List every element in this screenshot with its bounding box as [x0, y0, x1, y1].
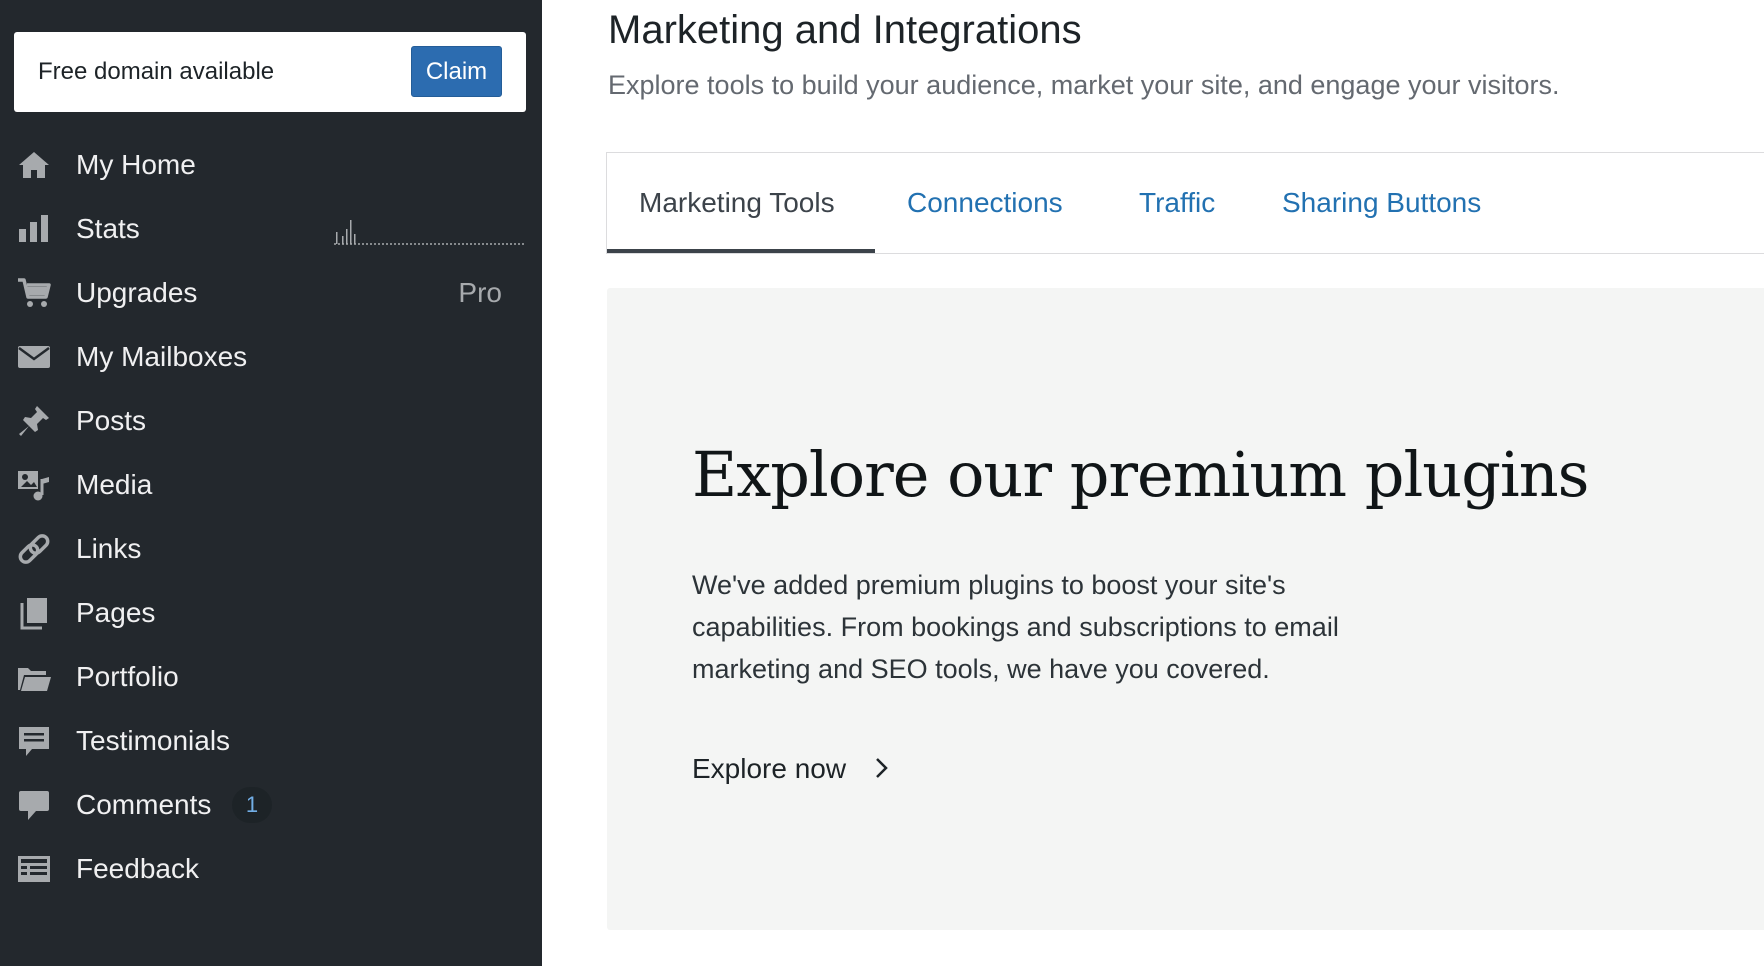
tab-connections[interactable]: Connections	[907, 153, 1063, 253]
chevron-right-icon	[874, 750, 890, 792]
sidebar-item-label: Comments	[76, 789, 212, 820]
plan-badge: Pro	[458, 277, 502, 308]
home-icon	[16, 147, 52, 183]
sidebar-item-label: Posts	[76, 405, 147, 436]
free-domain-banner: Free domain available Claim	[14, 32, 526, 112]
folder-icon	[16, 659, 52, 695]
sidebar-item-label: Portfolio	[76, 661, 179, 692]
page-title: Marketing and Integrations	[608, 8, 1082, 52]
sidebar-item-label: My Home	[76, 149, 196, 180]
mail-icon	[16, 339, 52, 375]
sidebar-item-my-home[interactable]: My Home	[0, 133, 542, 197]
sidebar-item-label: Media	[76, 469, 153, 500]
link-icon	[16, 531, 52, 567]
tab-sharing-buttons[interactable]: Sharing Buttons	[1282, 153, 1481, 253]
sidebar-item-stats[interactable]: Stats	[0, 197, 542, 261]
sidebar-item-pages[interactable]: Pages	[0, 581, 542, 645]
explore-now-link[interactable]: Explore now	[692, 748, 890, 790]
sidebar-item-testimonials[interactable]: Testimonials	[0, 709, 542, 773]
claim-button[interactable]: Claim	[411, 46, 502, 97]
sidebar-item-label: Testimonials	[76, 725, 231, 756]
free-domain-text: Free domain available	[38, 58, 275, 85]
tab-marketing-tools[interactable]: Marketing Tools	[607, 153, 875, 253]
tab-traffic[interactable]: Traffic	[1139, 153, 1215, 253]
sidebar-item-label: Feedback	[76, 853, 199, 884]
sidebar-item-label: Stats	[76, 213, 140, 244]
testimonial-icon	[16, 723, 52, 759]
sidebar-item-media[interactable]: Media	[0, 453, 542, 517]
sidebar: Free domain available Claim My Home Stat…	[0, 0, 542, 966]
sidebar-item-label: Pages	[76, 597, 156, 628]
explore-now-label: Explore now	[692, 753, 847, 784]
comment-icon	[16, 787, 52, 823]
pin-icon	[16, 403, 52, 439]
comments-count-badge: 1	[232, 787, 272, 823]
sidebar-item-portfolio[interactable]: Portfolio	[0, 645, 542, 709]
stats-sparkline	[334, 215, 526, 245]
sidebar-item-links[interactable]: Links	[0, 517, 542, 581]
sidebar-item-upgrades[interactable]: Upgrades Pro	[0, 261, 542, 325]
sidebar-item-comments[interactable]: Comments 1	[0, 773, 542, 837]
media-icon	[16, 467, 52, 503]
sidebar-item-posts[interactable]: Posts	[0, 389, 542, 453]
cart-icon	[16, 275, 52, 311]
promo-description: We've added premium plugins to boost you…	[692, 570, 1339, 684]
sidebar-item-label: Links	[76, 533, 142, 564]
sidebar-item-feedback[interactable]: Feedback	[0, 837, 542, 901]
pages-icon	[16, 595, 52, 631]
sidebar-item-label: My Mailboxes	[76, 341, 248, 372]
page-subtitle: Explore tools to build your audience, ma…	[608, 70, 1560, 100]
main-content: Marketing and Integrations Explore tools…	[542, 0, 1764, 966]
premium-plugins-promo: Explore our premium plugins We've added …	[607, 288, 1764, 930]
promo-title: Explore our premium plugins	[692, 438, 1589, 511]
section-tabs: Marketing Tools Connections Traffic Shar…	[606, 152, 1764, 254]
stats-icon	[16, 211, 52, 247]
sidebar-item-my-mailboxes[interactable]: My Mailboxes	[0, 325, 542, 389]
feedback-icon	[16, 851, 52, 887]
sidebar-item-label: Upgrades	[76, 277, 198, 308]
